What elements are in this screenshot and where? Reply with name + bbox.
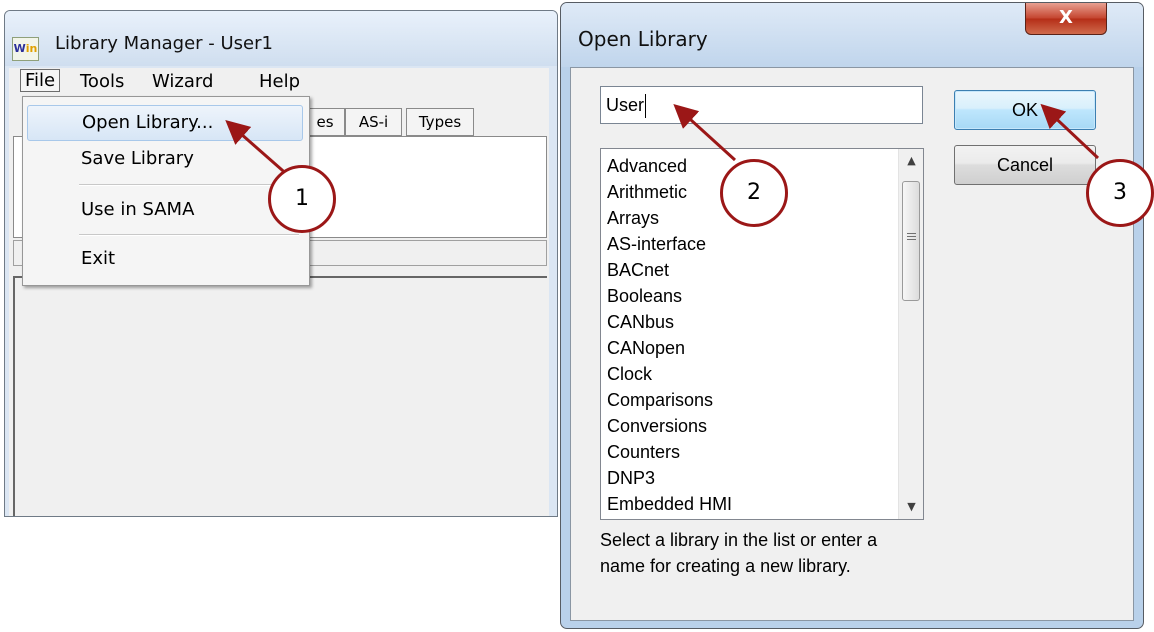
list-item[interactable]: Advanced: [607, 153, 732, 179]
scroll-down-arrow-icon[interactable]: ▼: [899, 495, 923, 519]
dialog-body: User Advanced Arithmetic Arrays AS-interfac…: [570, 67, 1134, 621]
help-text: Select a library in the list or enter a …: [600, 527, 940, 579]
menu-item-label: Exit: [81, 248, 116, 269]
text-caret: [645, 94, 647, 119]
scrollbar-thumb[interactable]: [902, 181, 920, 301]
menu-item-save-library[interactable]: Save Library: [27, 142, 301, 176]
window-title: Library Manager - User1: [55, 33, 273, 54]
menu-wizard[interactable]: Wizard: [152, 71, 213, 92]
ok-button[interactable]: OK: [954, 90, 1096, 130]
list-item[interactable]: BACnet: [607, 257, 732, 283]
library-name-input[interactable]: User: [600, 86, 923, 124]
list-item[interactable]: Arrays: [607, 205, 732, 231]
title-bar: Win Library Manager - User1: [5, 11, 557, 66]
menu-item-exit[interactable]: Exit: [27, 242, 301, 276]
workspace-panel: [13, 276, 547, 516]
tab-types[interactable]: Types: [406, 108, 474, 136]
menu-item-open-library[interactable]: Open Library...: [27, 105, 303, 141]
list-item[interactable]: Comparisons: [607, 387, 732, 413]
scroll-up-arrow-icon[interactable]: ▲: [899, 149, 923, 173]
dialog-title-bar: Open Library X: [561, 3, 1143, 67]
list-item[interactable]: CANbus: [607, 309, 732, 335]
menu-separator: [79, 234, 299, 236]
menu-item-use-in-sama[interactable]: Use in SAMA: [27, 193, 301, 227]
list-item[interactable]: Counters: [607, 439, 732, 465]
help-text-line-1: Select a library in the list or enter a: [600, 530, 878, 550]
input-value: User: [606, 95, 645, 115]
menu-bar: File Tools Wizard Help: [9, 68, 549, 98]
help-text-line-2: name for creating a new library.: [600, 556, 851, 576]
list-item[interactable]: Conversions: [607, 413, 732, 439]
file-menu-dropdown: Open Library... Save Library Use in SAMA…: [22, 96, 310, 286]
dialog-title: Open Library: [578, 27, 708, 51]
menu-tools[interactable]: Tools: [80, 71, 124, 92]
menu-help[interactable]: Help: [259, 71, 300, 92]
open-library-dialog: Open Library X User Advanced Arithmetic Ar…: [560, 2, 1144, 629]
grip-line: [907, 236, 916, 237]
menu-item-label: Use in SAMA: [81, 199, 195, 220]
tab-as-i[interactable]: AS-i: [345, 108, 402, 136]
step-badge-1: 1: [268, 165, 336, 233]
app-icon: Win: [12, 37, 39, 61]
list-item[interactable]: Clock: [607, 361, 732, 387]
list-item[interactable]: AS-interface: [607, 231, 732, 257]
list-item[interactable]: Embedded HMI: [607, 491, 732, 517]
menu-separator: [79, 184, 299, 186]
list-scrollbar[interactable]: ▲ ▼: [898, 149, 923, 519]
close-icon: X: [1059, 7, 1073, 28]
grip-line: [907, 239, 916, 240]
step-badge-2: 2: [720, 159, 788, 227]
list-item[interactable]: DNP3: [607, 465, 732, 491]
menu-item-label: Save Library: [81, 148, 194, 169]
menu-file[interactable]: File: [20, 69, 61, 92]
grip-line: [907, 233, 916, 234]
menu-item-label: Open Library...: [82, 112, 214, 133]
cancel-button[interactable]: Cancel: [954, 145, 1096, 185]
list-item[interactable]: Booleans: [607, 283, 732, 309]
list-item[interactable]: Arithmetic: [607, 179, 732, 205]
tab-partial[interactable]: es: [305, 108, 345, 136]
close-button[interactable]: X: [1025, 3, 1107, 35]
step-badge-3: 3: [1086, 159, 1154, 227]
library-list-items: Advanced Arithmetic Arrays AS-interface BACn…: [607, 153, 732, 517]
list-item[interactable]: CANopen: [607, 335, 732, 361]
